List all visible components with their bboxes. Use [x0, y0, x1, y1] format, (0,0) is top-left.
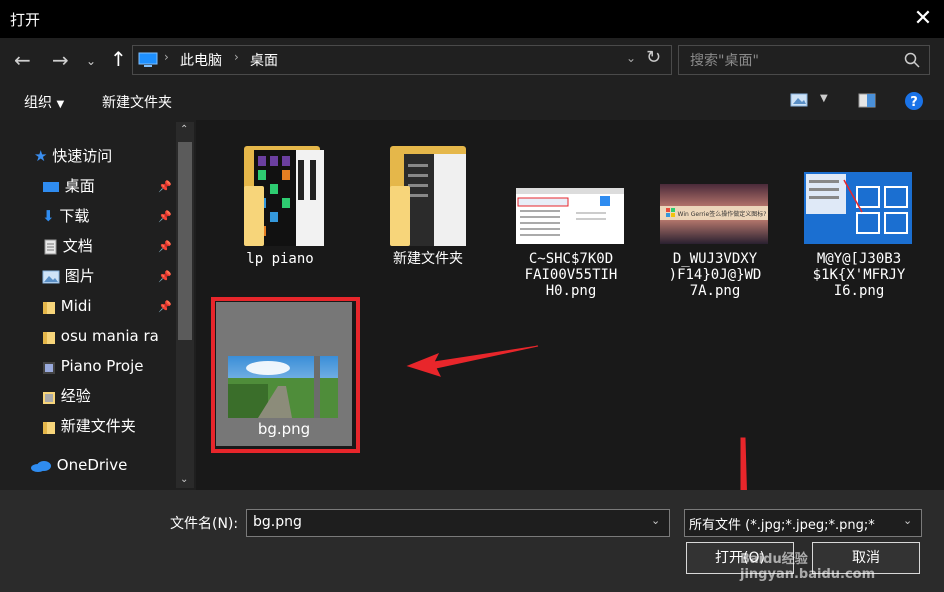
view-options-icon[interactable]	[790, 93, 810, 109]
folder-icon	[43, 391, 55, 404]
forward-arrow-icon[interactable]: →	[52, 48, 69, 72]
annotation-arrow-icon	[406, 345, 539, 377]
folder-thumbnail-icon	[404, 154, 466, 246]
file-label: C~SHC$7K0D FAI00V55TIH H0.png	[508, 251, 634, 299]
chevron-down-icon[interactable]: ▼	[820, 93, 828, 104]
sidebar-item-osu-mania[interactable]: osu mania ra	[42, 321, 159, 351]
svg-text:?: ?	[910, 95, 918, 110]
watermark-text: Baidu经验 jingyan.baidu.com	[740, 552, 876, 582]
folder-front-icon	[244, 186, 264, 246]
sidebar-item-label: 新建文件夹	[60, 417, 136, 435]
pin-icon[interactable]: 📌	[158, 270, 172, 283]
search-icon[interactable]	[904, 52, 920, 68]
file-label-line: $1K{X'MFRJY	[812, 267, 906, 283]
sidebar-item-piano-project[interactable]: Piano Proje	[42, 351, 144, 381]
pin-icon[interactable]: 📌	[158, 240, 172, 253]
file-label: lp piano	[246, 251, 314, 267]
image-thumbnail-icon[interactable]: Win Gerrie签么操作做定义图标?	[660, 184, 768, 244]
sidebar-item-label: 快速访问	[52, 147, 113, 165]
back-arrow-icon[interactable]: ←	[14, 48, 31, 72]
close-icon[interactable]: ✕	[908, 4, 938, 34]
highlight-box	[211, 297, 360, 453]
scroll-up-icon[interactable]: ⌃	[180, 124, 188, 135]
star-icon: ★	[34, 147, 48, 165]
download-icon: ⬇	[42, 207, 55, 225]
breadcrumb-item-this-pc[interactable]: 此电脑	[180, 50, 222, 70]
file-label: M@Y@[J30B3 $1K{X'MFRJY I6.png	[796, 251, 922, 299]
folder-icon	[43, 421, 55, 434]
file-label-line: C~SHC$7K0D	[528, 251, 614, 267]
sidebar-item-experience[interactable]: 经验	[42, 381, 91, 411]
sidebar-item-desktop[interactable]: 桌面	[42, 171, 95, 201]
file-label: 新建文件夹	[393, 251, 463, 267]
sidebar-item-label: 文档	[62, 237, 93, 255]
breadcrumb-item-desktop[interactable]: 桌面	[250, 50, 278, 70]
sidebar-item-downloads[interactable]: ⬇ 下载	[42, 201, 89, 231]
up-arrow-icon[interactable]: ↑	[110, 47, 127, 71]
title-bar	[0, 0, 944, 38]
banner-text: Win Gerrie签么操作做定义图标?	[678, 210, 767, 218]
scroll-down-icon[interactable]: ⌄	[180, 474, 188, 485]
file-label-line: )F14}0J@}WD	[668, 267, 762, 283]
file-label: D_WUJ3VDXY )F14}0J@}WD 7A.png	[652, 251, 778, 299]
chevron-down-icon[interactable]: ⌄	[86, 54, 96, 68]
image-thumbnail-icon[interactable]	[804, 172, 912, 244]
pin-icon[interactable]: 📌	[158, 180, 172, 193]
help-icon[interactable]: ?	[904, 91, 924, 111]
chevron-down-icon: ▼	[56, 99, 65, 110]
file-label-line: H0.png	[545, 283, 597, 299]
file-item-lp-piano[interactable]	[232, 140, 328, 248]
computer-icon	[138, 52, 158, 67]
sidebar-item-pictures[interactable]: 图片	[42, 261, 95, 291]
sidebar-item-label: osu mania ra	[60, 327, 159, 345]
sidebar-item-onedrive[interactable]: OneDrive	[30, 450, 127, 480]
preview-pane-icon[interactable]	[858, 93, 878, 109]
sidebar-item-label: 下载	[59, 207, 90, 225]
address-dropdown-icon[interactable]: ⌄	[626, 51, 636, 65]
pin-icon[interactable]: 📌	[158, 210, 172, 223]
document-icon	[44, 239, 57, 254]
sidebar-item-label: OneDrive	[56, 456, 128, 474]
refresh-icon[interactable]: ↻	[646, 47, 661, 68]
organize-label: 组织	[24, 95, 52, 111]
folder-front-icon	[390, 186, 410, 246]
filename-input[interactable]: bg.png ⌄	[246, 509, 670, 537]
cloud-icon	[31, 460, 51, 472]
chevron-down-icon[interactable]: ⌄	[651, 514, 660, 527]
piano-thumbnail-icon	[254, 150, 324, 246]
desktop-icon	[43, 181, 59, 192]
sidebar-item-documents[interactable]: 文档	[42, 231, 93, 261]
sidebar-item-label: Midi	[60, 297, 92, 315]
image-thumbnail-icon[interactable]	[516, 188, 624, 244]
file-item-new-folder[interactable]	[378, 140, 474, 248]
picture-icon	[42, 270, 60, 283]
file-label-line: 7A.png	[689, 283, 741, 299]
new-folder-button[interactable]: 新建文件夹	[102, 92, 172, 112]
folder-icon	[43, 301, 55, 314]
filename-label: 文件名(N):	[170, 516, 239, 532]
window-title: 打开	[10, 11, 41, 29]
sidebar-item-label: 桌面	[64, 177, 95, 195]
sidebar-item-new-folder[interactable]: 新建文件夹	[42, 411, 136, 441]
sidebar-item-label: 图片	[64, 267, 95, 285]
filename-value: bg.png	[253, 514, 302, 530]
breadcrumb-separator-icon: ›	[234, 50, 239, 64]
watermark-logo: Baidu经验 jingyan.baidu.com	[740, 486, 944, 582]
file-label-line: I6.png	[833, 283, 885, 299]
file-label-line: M@Y@[J30B3	[816, 251, 902, 267]
sidebar-item-midi[interactable]: Midi	[42, 291, 92, 321]
sidebar-item-label: 经验	[60, 387, 91, 405]
pin-icon[interactable]: 📌	[158, 300, 172, 313]
sidebar-item-label: Piano Proje	[60, 357, 144, 375]
folder-icon	[43, 331, 55, 344]
folder-icon	[43, 361, 55, 374]
breadcrumb-separator-icon: ›	[164, 50, 169, 64]
file-label-line: D_WUJ3VDXY	[672, 251, 758, 267]
file-label-line: FAI00V55TIH	[524, 267, 618, 283]
sidebar-scrollbar-thumb[interactable]	[178, 142, 192, 340]
sidebar-item-quick-access[interactable]: ★ 快速访问	[34, 141, 112, 171]
organize-button[interactable]: 组织 ▼	[24, 92, 64, 112]
search-placeholder: 搜索"桌面"	[690, 53, 759, 69]
